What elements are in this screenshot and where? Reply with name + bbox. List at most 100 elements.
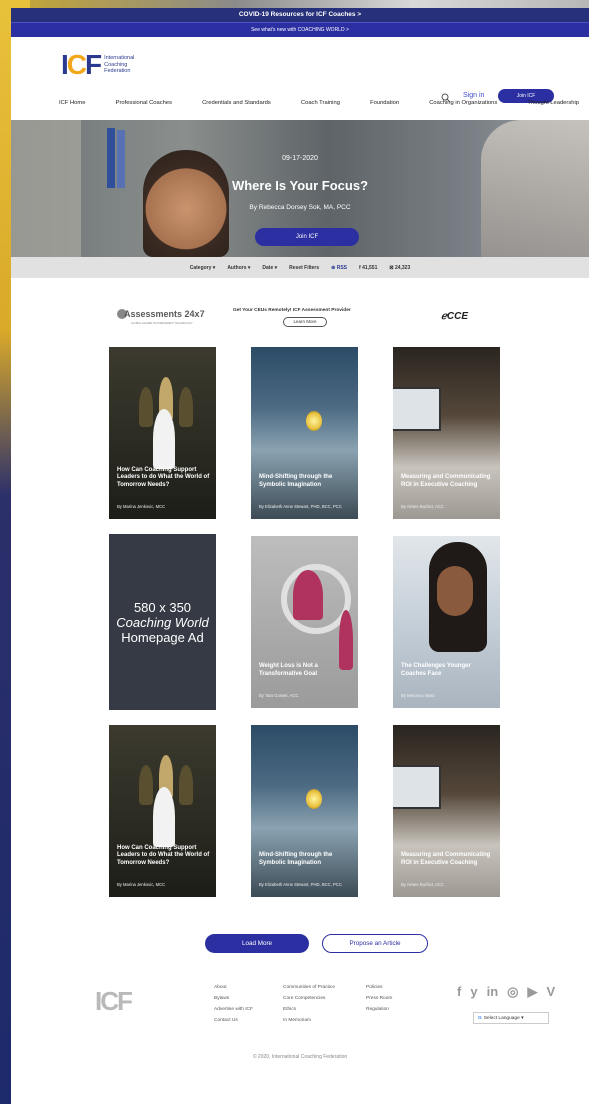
facebook-count[interactable]: f 41,551 <box>359 265 377 271</box>
twitter-icon[interactable]: y <box>470 984 477 1000</box>
footer-link[interactable]: Bylaws <box>214 993 253 1004</box>
rss-link[interactable]: ⊕ RSS <box>331 265 347 271</box>
article-title: How Can Coaching Support Leaders to do W… <box>117 844 210 866</box>
lightbulb-shape <box>306 789 322 809</box>
figure-shape <box>139 387 153 427</box>
article-author: By Elizabeth Anne Stewart, PHD, BCC, PCC <box>259 504 342 509</box>
footer-column-3: Policies Press Room Regulation <box>366 982 392 1015</box>
figure-shape <box>153 787 175 847</box>
footer-link[interactable]: Communities of Practice <box>283 982 335 993</box>
assessments-logo[interactable]: Assessments 24x7 <box>119 309 205 319</box>
propose-article-button[interactable]: Propose an Article <box>322 934 428 953</box>
language-select[interactable]: G Select Language ▾ <box>473 1012 549 1024</box>
youtube-icon[interactable]: ▶ <box>527 984 537 1000</box>
footer-link[interactable]: Ethics <box>283 1004 335 1015</box>
cce-logo-text: CCE <box>446 311 469 322</box>
figure-shape <box>339 610 353 670</box>
assessments-tagline: GLOBAL LEADER IN ASSESSMENT TECHNOLOGY <box>131 322 193 325</box>
figure-shape <box>153 409 175 469</box>
article-author: By Elizabeth Anne Stewart, PHD, BCC, PCC <box>259 882 342 887</box>
assessments-logo-text: Assessments 24x7 <box>124 309 205 319</box>
nav-item-coaching-orgs[interactable]: Coaching in Organizations <box>429 100 497 106</box>
footer-column-2: Communities of Practice Core Competencie… <box>283 982 335 1026</box>
article-author: By Marina Jenkovic, MCC <box>117 504 166 509</box>
linkedin-icon[interactable]: in <box>487 984 499 1000</box>
learn-more-button[interactable]: Learn More <box>283 317 327 327</box>
hero-author: By Rebecca Dorsey Sok, MA, PCC <box>249 204 351 211</box>
article-card[interactable]: Measuring and Communicating ROI in Execu… <box>393 347 500 519</box>
language-select-label: Select Language ▾ <box>483 1016 524 1021</box>
sponsor-row: Assessments 24x7 GLOBAL LEADER IN ASSESS… <box>11 303 589 333</box>
instagram-icon[interactable]: ◎ <box>507 984 518 1000</box>
filter-bar: Category ▾ Authors ▾ Date ▾ Reset Filter… <box>11 257 589 278</box>
article-card[interactable]: How Can Coaching Support Leaders to do W… <box>109 347 216 519</box>
facebook-icon[interactable]: f <box>457 984 461 1000</box>
ad-size: 580 x 350 <box>133 600 192 615</box>
twitter-count[interactable]: ⊠ 24,323 <box>389 265 410 271</box>
filter-date[interactable]: Date ▾ <box>262 265 277 271</box>
copyright: © 2020, International Coaching Federatio… <box>252 1054 348 1060</box>
article-title: Measuring and Communicating ROI in Execu… <box>401 852 491 866</box>
article-title: Weight Loss is Not a Transformative Goal <box>259 663 318 677</box>
footer-link[interactable]: Advertise with ICF <box>214 1004 253 1015</box>
reset-filters-button[interactable]: Reset Filters <box>289 265 319 271</box>
nav-item-icf-home[interactable]: ICF Home <box>59 100 85 106</box>
article-author: By Aimee Bucher, ACC <box>401 504 444 509</box>
nav-item-credentials[interactable]: Credentials and Standards <box>202 100 271 106</box>
article-author: By Aimee Bucher, ACC <box>401 882 444 887</box>
cce-logo[interactable]: ℯCCE <box>441 311 468 322</box>
logo-line-3: Federation <box>104 68 131 75</box>
google-icon: G <box>478 1016 482 1021</box>
article-card[interactable]: The Challenges Younger Coaches Face By N… <box>393 536 500 708</box>
laptop-shape <box>393 765 441 809</box>
article-author: By Marina Jenkovic, MCC <box>117 882 166 887</box>
footer-logo[interactable]: ICF <box>95 986 133 1017</box>
article-card[interactable]: Weight Loss is Not a Transformative Goal… <box>251 536 358 708</box>
article-author: By Tara Gosset, ACC <box>259 693 299 698</box>
article-title: Mind-Shifting through the Symbolic Imagi… <box>259 474 333 488</box>
nav-item-thought-leadership[interactable]: Thought Leadership <box>527 100 579 106</box>
nav-item-foundation[interactable]: Foundation <box>370 100 399 106</box>
sign-in-link[interactable]: Sign in <box>463 92 484 99</box>
main-nav: ICF Home Professional Coaches Credential… <box>59 100 579 106</box>
hero-title[interactable]: Where Is Your Focus? <box>11 178 589 193</box>
article-title: How Can Coaching Support Leaders to do W… <box>117 466 210 488</box>
figure-shape <box>179 765 193 805</box>
article-card[interactable]: How Can Coaching Support Leaders to do W… <box>109 725 216 897</box>
article-card[interactable]: Mind-Shifting through the Symbolic Imagi… <box>251 725 358 897</box>
lightbulb-shape <box>306 411 322 431</box>
article-card[interactable]: Measuring and Communicating ROI in Execu… <box>393 725 500 897</box>
hero-join-button[interactable]: Join ICF <box>255 228 359 246</box>
filter-authors[interactable]: Authors ▾ <box>227 265 250 271</box>
ad-name: Coaching World <box>116 615 209 630</box>
laptop-shape <box>393 387 441 431</box>
social-links: f y in ◎ ▶ V <box>457 984 555 1000</box>
nav-item-professional-coaches[interactable]: Professional Coaches <box>116 100 172 106</box>
ceu-ad-text: Get Your CEUs Remotely! ICF Assessment P… <box>233 308 351 313</box>
article-title: The Challenges Younger Coaches Face <box>401 663 471 677</box>
footer-link[interactable]: In Memoriam <box>283 1015 335 1026</box>
footer-link[interactable]: Press Room <box>366 993 392 1004</box>
vimeo-icon[interactable]: V <box>546 984 555 1000</box>
footer-column-1: About Bylaws Advertise with ICF Contact … <box>214 982 253 1026</box>
footer-link[interactable]: Policies <box>366 982 392 993</box>
footer-link[interactable]: Core Competencies <box>283 993 335 1004</box>
logo-line-1: International <box>104 55 135 62</box>
page: COVID-19 Resources for ICF Coaches > See… <box>11 8 589 1104</box>
footer-link[interactable]: About <box>214 982 253 993</box>
load-more-button[interactable]: Load More <box>205 934 309 953</box>
hero-date: 09-17-2020 <box>282 155 318 162</box>
figure-shape <box>293 570 323 620</box>
covid-banner[interactable]: COVID-19 Resources for ICF Coaches > <box>11 8 589 22</box>
article-card[interactable]: Mind-Shifting through the Symbolic Imagi… <box>251 347 358 519</box>
logo-text: International Coaching Federation <box>104 55 134 75</box>
ad-label: Homepage Ad <box>121 630 204 645</box>
filter-category[interactable]: Category ▾ <box>190 265 216 271</box>
homepage-ad-placeholder[interactable]: 580 x 350 Coaching World Homepage Ad <box>109 534 216 710</box>
article-author: By Nesonca Ward <box>401 693 435 698</box>
nav-item-coach-training[interactable]: Coach Training <box>301 100 340 106</box>
coaching-world-banner[interactable]: See what's new with COACHING WORLD > <box>11 22 589 37</box>
icf-logo[interactable]: ICF International Coaching Federation <box>61 51 134 79</box>
footer-link[interactable]: Contact Us <box>214 1015 253 1026</box>
footer-link[interactable]: Regulation <box>366 1004 392 1015</box>
